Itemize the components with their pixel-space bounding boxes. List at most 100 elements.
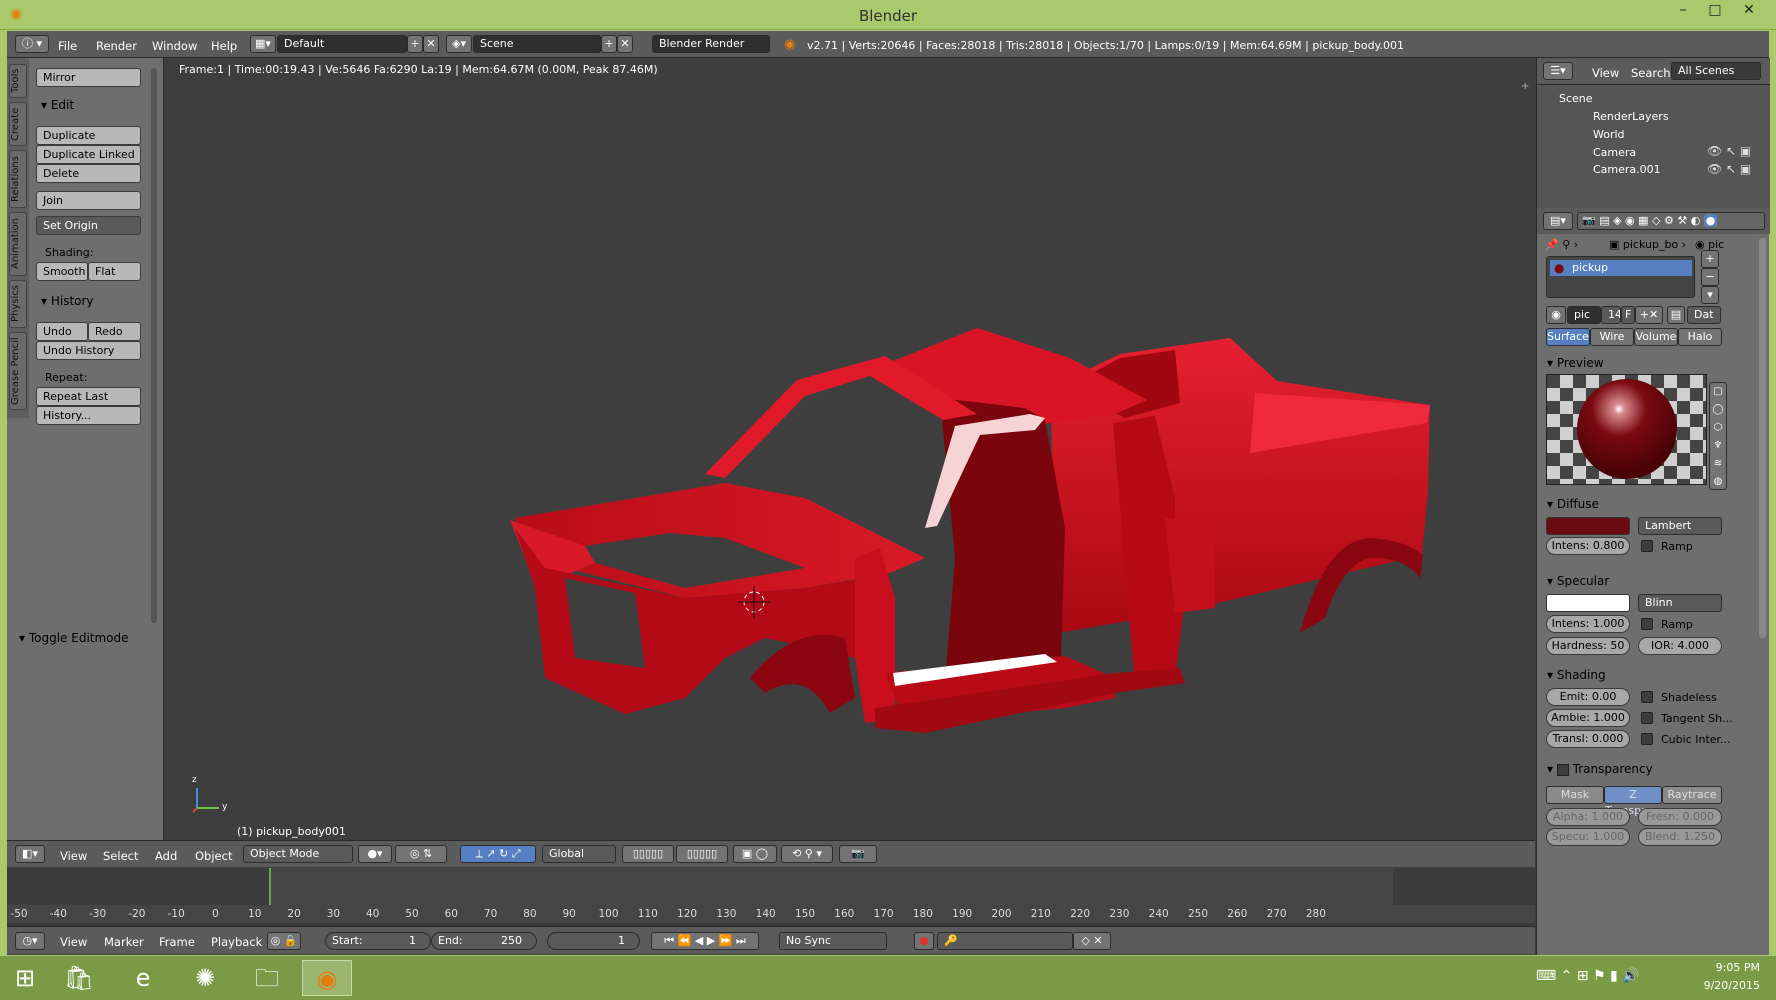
outliner-search[interactable]: Search: [1631, 66, 1671, 80]
history-panel-header[interactable]: ▾ History: [41, 294, 94, 308]
start-button-icon[interactable]: ⊞: [0, 960, 50, 996]
specular-intensity-slider[interactable]: Intens: 1.000: [1546, 615, 1630, 633]
fresnel-field[interactable]: Fresn: 0.000: [1638, 808, 1722, 826]
transparency-raytrace[interactable]: Raytrace: [1662, 786, 1722, 804]
layer-lock-icons[interactable]: ▣ ◯: [733, 845, 777, 863]
context-tabs-icons[interactable]: 📷 ▤ ◈ ◉ ▦ ◇ ⚙ ⚒ ◐ ●: [1577, 212, 1765, 230]
editor-type-info-icon[interactable]: ⓘ ▾: [15, 35, 49, 53]
alpha-field[interactable]: Alpha: 1.000: [1546, 808, 1630, 826]
material-new-remove-icons[interactable]: +✕: [1635, 306, 1663, 324]
tab-grease-pencil[interactable]: Grease Pencil: [9, 332, 27, 410]
keying-icons[interactable]: ◎ 🔒: [267, 932, 301, 950]
internet-explorer-icon[interactable]: e: [118, 960, 168, 996]
outliner-item-camera[interactable]: Camera: [1593, 146, 1636, 159]
vp-menu-select[interactable]: Select: [103, 849, 138, 863]
tab-tools[interactable]: Tools: [9, 64, 27, 98]
layers-grid-1[interactable]: ▯▯▯▯▯: [622, 845, 674, 863]
material-browse-icon[interactable]: ◉: [1546, 306, 1566, 324]
material-slot-pickup[interactable]: pickup: [1550, 260, 1692, 276]
pivot-icon[interactable]: ◎ ⇅: [395, 845, 447, 863]
tl-menu-frame[interactable]: Frame: [159, 935, 195, 949]
properties-scrollbar[interactable]: [1759, 238, 1766, 638]
render-engine-select[interactable]: Blender Render: [652, 35, 770, 53]
editor-type-3d-icon[interactable]: ◧▾: [15, 845, 45, 863]
scene-field[interactable]: Scene: [473, 35, 601, 53]
sync-select[interactable]: No Sync: [779, 932, 887, 950]
emit-field[interactable]: Emit: 0.00: [1546, 688, 1630, 706]
editor-type-timeline-icon[interactable]: ◷▾: [15, 932, 45, 950]
diffuse-header[interactable]: ▾ Diffuse: [1547, 497, 1599, 511]
tab-halo[interactable]: Halo: [1678, 328, 1722, 346]
keyframe-insert-icons[interactable]: ◇ ✕: [1073, 932, 1111, 950]
editor-type-outliner-icon[interactable]: ☰▾: [1543, 62, 1573, 80]
pin-icon[interactable]: 📌 ⚲ ›: [1545, 238, 1578, 251]
editor-type-properties-icon[interactable]: ▤▾: [1543, 212, 1573, 230]
outliner-item-camera001[interactable]: Camera.001: [1593, 163, 1661, 176]
visibility-eye-icon[interactable]: 👁 ↖ ▣: [1707, 144, 1751, 158]
tl-menu-playback[interactable]: Playback: [211, 935, 262, 949]
material-users[interactable]: 14: [1601, 306, 1621, 324]
manipulator-icons[interactable]: ⟂ ↗ ↻ ⤢: [460, 845, 536, 863]
set-origin-select[interactable]: Set Origin: [36, 216, 141, 235]
tray-icons[interactable]: ⌨ ⌃ ⊞ ⚑ ▮ 🔊: [1536, 968, 1640, 984]
timeline-area[interactable]: [7, 868, 1535, 935]
layout-field[interactable]: Default: [277, 35, 407, 53]
edit-panel-header[interactable]: ▾ Edit: [41, 98, 74, 112]
delete-button[interactable]: Delete: [36, 164, 141, 183]
flat-button[interactable]: Flat: [88, 262, 141, 281]
duplicate-button[interactable]: Duplicate: [36, 126, 141, 145]
orientation-select[interactable]: Global: [542, 845, 616, 863]
blend-field[interactable]: Blend: 1.250: [1638, 828, 1722, 846]
tab-surface[interactable]: Surface: [1546, 328, 1590, 346]
ambient-field[interactable]: Ambie: 1.000: [1546, 709, 1630, 727]
3d-viewport[interactable]: Frame:1 | Time:00:19.43 | Ve:5646 Fa:629…: [165, 58, 1535, 840]
toggle-editmode-header[interactable]: ▾ Toggle Editmode: [19, 631, 129, 645]
viewport-plus-icon[interactable]: +: [1521, 81, 1529, 92]
store-app-icon[interactable]: 🛍: [54, 960, 104, 996]
fake-user-toggle[interactable]: F: [1621, 306, 1635, 324]
close-button[interactable]: ✕: [1734, 2, 1764, 22]
viewport-shading-icon[interactable]: ●▾: [358, 845, 392, 863]
diffuse-ramp-checkbox[interactable]: [1641, 540, 1653, 552]
layout-add-icon[interactable]: +: [407, 35, 423, 53]
scene-add-icon[interactable]: +: [601, 35, 617, 53]
tab-create[interactable]: Create: [9, 102, 27, 146]
slot-add-icon[interactable]: +: [1701, 250, 1719, 268]
tab-relations[interactable]: Relations: [9, 150, 27, 208]
cubic-interp-checkbox[interactable]: [1641, 733, 1653, 745]
preview-header[interactable]: ▾ Preview: [1547, 356, 1604, 370]
material-data-select[interactable]: Dat: [1687, 306, 1721, 324]
specular-alpha-field[interactable]: Specu: 1.000: [1546, 828, 1630, 846]
vp-menu-add[interactable]: Add: [155, 849, 177, 863]
playback-controls[interactable]: ⏮ ⏪ ◀ ▶ ⏩ ⏭: [651, 932, 759, 950]
mirror-button[interactable]: Mirror: [36, 68, 141, 87]
shading-header[interactable]: ▾ Shading: [1547, 668, 1606, 682]
undo-history-button[interactable]: Undo History: [36, 341, 141, 360]
snap-icons[interactable]: ⟲ ⚲ ▾: [781, 845, 833, 863]
clock-time[interactable]: 9:05 PM: [1700, 961, 1760, 974]
slot-remove-icon[interactable]: −: [1701, 268, 1719, 286]
mode-select[interactable]: Object Mode: [243, 845, 353, 863]
tool-shelf-scrollbar[interactable]: [151, 68, 157, 623]
diffuse-color-swatch[interactable]: [1546, 517, 1630, 535]
undo-button[interactable]: Undo: [36, 322, 88, 341]
slot-menu-icon[interactable]: ▾: [1701, 286, 1719, 304]
specular-color-swatch[interactable]: [1546, 594, 1630, 612]
keying-set-field[interactable]: 🔑: [937, 932, 1073, 950]
end-frame-field[interactable]: End: 250: [431, 932, 537, 950]
diffuse-intensity-slider[interactable]: Intens: 0.800: [1546, 537, 1630, 555]
scene-icon[interactable]: ◈▾: [446, 35, 472, 53]
tab-physics[interactable]: Physics: [9, 280, 27, 328]
menu-window[interactable]: Window: [152, 39, 197, 53]
menu-file[interactable]: File: [58, 39, 77, 53]
transparency-header[interactable]: ▾ Transparency: [1547, 762, 1653, 776]
render-icons[interactable]: 📷: [839, 845, 877, 863]
material-link-icon[interactable]: ▤: [1667, 306, 1685, 324]
outliner-item-world[interactable]: World: [1593, 128, 1625, 141]
specular-header[interactable]: ▾ Specular: [1547, 574, 1609, 588]
tab-wire[interactable]: Wire: [1590, 328, 1634, 346]
diffuse-shader-select[interactable]: Lambert: [1638, 517, 1722, 535]
transparency-mask[interactable]: Mask: [1546, 786, 1604, 804]
repeat-last-button[interactable]: Repeat Last: [36, 387, 141, 406]
outliner-filter-select[interactable]: All Scenes: [1671, 62, 1761, 80]
